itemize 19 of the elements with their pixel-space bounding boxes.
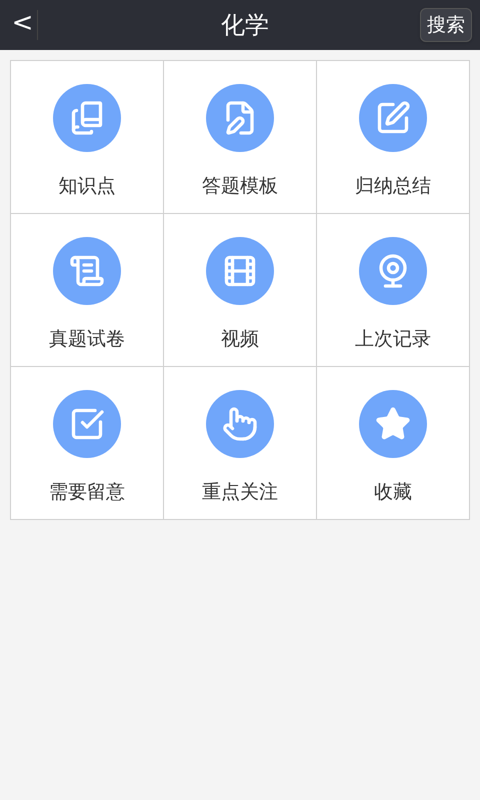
square-pencil-icon: [375, 100, 411, 136]
menu-tile[interactable]: 上次记录: [317, 214, 470, 367]
checkbox-icon: [69, 406, 105, 442]
menu-tile[interactable]: 收藏: [317, 367, 470, 520]
scroll-icon: [69, 253, 105, 289]
search-button[interactable]: 搜索: [420, 8, 472, 42]
menu-tile[interactable]: 归纳总结: [317, 61, 470, 214]
books-icon: [69, 100, 105, 136]
film-icon: [222, 253, 258, 289]
menu-tile[interactable]: 知识点: [11, 61, 164, 214]
menu-tile[interactable]: 视频: [164, 214, 317, 367]
back-button[interactable]: <: [8, 10, 38, 40]
menu-tile[interactable]: 重点关注: [164, 367, 317, 520]
menu-tile[interactable]: 需要留意: [11, 367, 164, 520]
star-icon: [375, 406, 411, 442]
menu-tile[interactable]: 答题模板: [164, 61, 317, 214]
menu-tile[interactable]: 真题试卷: [11, 214, 164, 367]
pointing-hand-icon: [222, 406, 258, 442]
page-title: 化学: [221, 10, 269, 41]
